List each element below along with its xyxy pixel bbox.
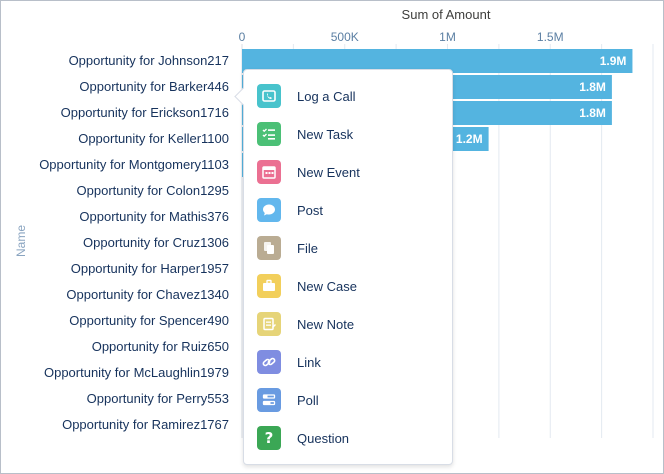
- category-label: Opportunity for Harper1957: [71, 261, 229, 276]
- category-label: Opportunity for Montgomery1103: [39, 157, 229, 172]
- menu-item-question[interactable]: ? Question: [244, 419, 452, 457]
- bar-value-label: 1.8M: [579, 106, 606, 120]
- question-icon: ?: [257, 426, 281, 450]
- x-tick-label: 1M: [439, 30, 456, 44]
- menu-item-new-case[interactable]: New Case: [244, 267, 452, 305]
- category-label: Opportunity for Barker446: [79, 79, 229, 94]
- menu-item-label: Log a Call: [297, 88, 356, 104]
- menu-item-poll[interactable]: Poll: [244, 381, 452, 419]
- x-tick-labels: 0 500K 1M 1.5M: [239, 30, 564, 44]
- menu-item-new-note[interactable]: New Note: [244, 305, 452, 343]
- x-tick-label: 0: [239, 30, 246, 44]
- menu-item-label: New Task: [297, 126, 354, 142]
- menu-item-label: New Event: [297, 164, 360, 180]
- category-label: Opportunity for Cruz1306: [83, 235, 229, 250]
- menu-item-new-task[interactable]: New Task: [244, 115, 452, 153]
- category-label: Opportunity for Spencer490: [69, 313, 229, 328]
- category-labels: Opportunity for Johnson217 Opportunity fo…: [39, 53, 229, 432]
- x-axis-title: Sum of Amount: [402, 7, 491, 22]
- file-icon: [257, 236, 281, 260]
- category-label: Opportunity for Chavez1340: [66, 287, 229, 302]
- category-label: Opportunity for Mathis376: [79, 209, 229, 224]
- note-icon: [257, 312, 281, 336]
- link-icon: [257, 350, 281, 374]
- menu-item-post[interactable]: Post: [244, 191, 452, 229]
- bar-value-label: 1.8M: [579, 80, 606, 94]
- bar-value-label: 1.9M: [600, 54, 627, 68]
- category-label: Opportunity for Ruiz650: [92, 339, 229, 354]
- menu-item-label: Question: [297, 430, 350, 446]
- x-tick-label: 500K: [331, 30, 359, 44]
- category-label: Opportunity for Perry553: [87, 391, 229, 406]
- menu-item-label: Link: [297, 354, 321, 370]
- event-icon: [257, 160, 281, 184]
- y-axis-label: Name: [14, 225, 28, 257]
- menu-item-label: Poll: [297, 392, 319, 408]
- menu-item-link[interactable]: Link: [244, 343, 452, 381]
- menu-item-log-a-call[interactable]: Log a Call: [244, 77, 452, 115]
- bar-value-label: 1.2M: [456, 132, 483, 146]
- task-icon: [257, 122, 281, 146]
- category-label: Opportunity for Erickson1716: [61, 105, 229, 120]
- menu-item-label: New Note: [297, 316, 355, 332]
- menu-item-new-event[interactable]: New Event: [244, 153, 452, 191]
- menu-item-file[interactable]: File: [244, 229, 452, 267]
- category-label: Opportunity for Ramirez1767: [62, 417, 229, 432]
- menu-item-label: New Case: [297, 278, 357, 294]
- x-tick-label: 1.5M: [537, 30, 564, 44]
- menu-item-label: Post: [297, 202, 324, 218]
- action-menu-popover: Log a Call New Task New Event Post File: [234, 69, 453, 465]
- menu-item-label: File: [297, 240, 318, 256]
- category-label: Opportunity for Keller1100: [78, 131, 229, 146]
- report-chart-panel: 1.9M1.8M1.8M1.2MM Opportunity for Johnso…: [0, 0, 664, 474]
- category-label: Opportunity for Colon1295: [77, 183, 229, 198]
- call-icon: [257, 84, 281, 108]
- poll-icon: [257, 388, 281, 412]
- category-label: Opportunity for Johnson217: [69, 53, 229, 68]
- case-icon: [257, 274, 281, 298]
- category-label: Opportunity for McLaughlin1979: [44, 365, 229, 380]
- post-icon: [257, 198, 281, 222]
